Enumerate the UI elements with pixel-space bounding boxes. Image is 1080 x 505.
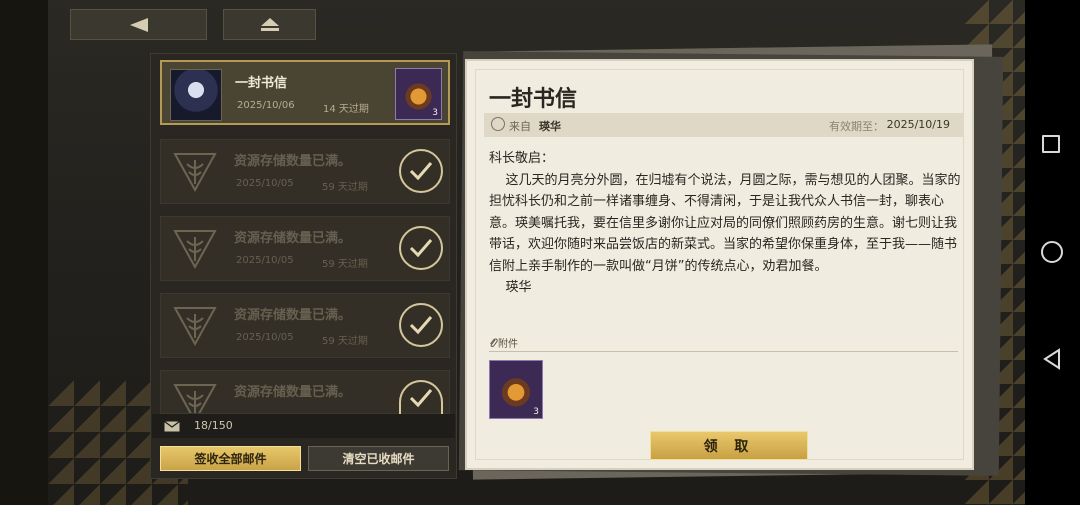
sender-name: 瑛华 <box>539 120 561 133</box>
letter-meta-bar: 来自 瑛华 有效期至： 2025/10/19 <box>484 113 964 137</box>
mailbox-count: 18/150 <box>194 419 233 432</box>
mail-date: 2025/10/05 <box>236 255 294 266</box>
mail-title: 资源存储数量已满。 <box>234 308 352 323</box>
attachment-label: 附件 <box>489 335 518 350</box>
mail-date: 2025/10/05 <box>236 332 294 343</box>
system-emblem-icon <box>169 379 221 413</box>
system-emblem-icon <box>169 225 221 273</box>
mail-title: 资源存储数量已满。 <box>234 231 352 246</box>
letter-body: 科长敬启： 这几天的月亮分外圆，在归墟有个说法，月圆之际，需与想见的人团聚。当家… <box>489 151 961 295</box>
system-emblem-icon <box>169 302 221 350</box>
mail-title: 资源存储数量已满。 <box>234 385 352 400</box>
paperclip-icon <box>490 338 498 348</box>
claim-button[interactable]: 领 取 <box>650 431 808 460</box>
attachment-label-text: 附件 <box>498 339 518 350</box>
home-eject-icon <box>260 17 279 31</box>
mailbox-count-bar: 18/150 <box>152 414 455 438</box>
mail-expire: 59 天过期 <box>322 182 368 193</box>
letter-panel: 一封书信 来自 瑛华 有效期至： 2025/10/19 科长敬启： 这几天的月亮… <box>465 59 974 470</box>
recent-apps-icon[interactable] <box>1042 135 1060 153</box>
system-emblem-icon <box>169 148 221 196</box>
envelope-icon <box>164 421 180 432</box>
attachment-thumbnail: 3 <box>395 68 442 120</box>
claimed-check-icon <box>399 226 443 270</box>
home-button[interactable] <box>223 9 316 40</box>
claimed-check-icon <box>399 149 443 193</box>
from-label: 来自 <box>509 120 531 133</box>
back-arrow-icon <box>129 17 148 32</box>
attachment-count: 3 <box>432 108 438 118</box>
attachment-count: 3 <box>533 407 539 417</box>
mail-title: 一封书信 <box>235 76 288 91</box>
mail-expire: 59 天过期 <box>322 259 368 270</box>
claimed-check-icon <box>399 303 443 347</box>
system-navigation-bar <box>1025 0 1080 505</box>
mail-item[interactable]: 一封书信 2025/10/06 14 天过期 3 <box>160 60 450 125</box>
divider <box>489 351 958 352</box>
letter-title: 一封书信 <box>489 86 578 112</box>
back-button[interactable] <box>70 9 207 40</box>
expire-label: 有效期至： <box>829 120 884 133</box>
claim-all-button[interactable]: 签收全部邮件 <box>160 446 301 471</box>
mail-title: 资源存储数量已满。 <box>234 154 352 169</box>
sender-avatar <box>170 69 222 121</box>
mail-expire: 59 天过期 <box>322 336 368 347</box>
clear-read-button[interactable]: 清空已收邮件 <box>308 446 449 471</box>
mail-date: 2025/10/06 <box>237 100 295 111</box>
game-screen: 一封书信 2025/10/06 14 天过期 3 资源存储数量已满。 2025/… <box>0 0 1025 505</box>
attachment-item[interactable]: 3 <box>489 360 543 419</box>
back-icon[interactable] <box>1041 348 1063 370</box>
user-icon <box>491 117 505 131</box>
expire-date: 2025/10/19 <box>886 118 950 131</box>
left-edge <box>0 0 48 505</box>
home-icon[interactable] <box>1041 241 1063 263</box>
mail-date: 2025/10/05 <box>236 178 294 189</box>
mail-expire: 14 天过期 <box>323 104 369 115</box>
